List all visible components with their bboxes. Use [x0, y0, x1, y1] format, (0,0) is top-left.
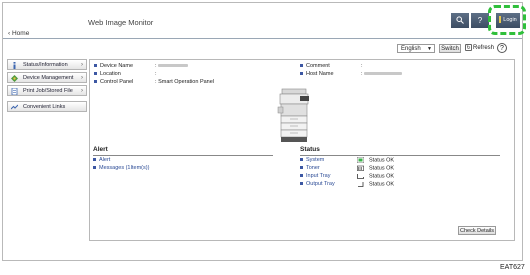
location-label: Location — [100, 71, 121, 77]
comment-label: Comment — [306, 63, 330, 69]
host-name-label: Host Name — [306, 71, 334, 77]
refresh-icon: ↻ — [465, 44, 472, 51]
printer-image — [277, 88, 309, 142]
separator: : — [155, 71, 157, 77]
status-item-output-tray[interactable]: Output Tray — [300, 181, 335, 188]
sidebar-item-status-information[interactable]: Status/Information › — [7, 59, 87, 70]
alert-title: Alert — [93, 146, 108, 153]
bullet — [300, 166, 303, 170]
bullet — [300, 72, 303, 76]
bullet — [300, 182, 303, 186]
separator: : — [361, 71, 363, 77]
system-ok-icon — [357, 157, 364, 163]
status-item-label[interactable]: Toner — [306, 165, 320, 171]
main-panel: Device Name: Location: Control Panel: Sm… — [89, 59, 515, 241]
page-help-icon[interactable]: ? — [497, 43, 507, 53]
bullet — [93, 166, 96, 170]
sidebar-item-label: Device Management — [23, 75, 74, 81]
location-row: Location: — [94, 70, 214, 78]
device-name-row: Device Name: — [94, 62, 214, 70]
bullet — [300, 174, 303, 178]
status-value-text: Status OK — [369, 181, 395, 188]
status-value-output-tray: Status OK — [357, 181, 394, 188]
home-link[interactable]: ‹ Home — [8, 30, 29, 37]
check-details-button[interactable]: Check Details — [458, 226, 496, 235]
toner-icon — [357, 165, 364, 171]
sidebar-item-print-job[interactable]: Print Job/Stored File › — [7, 85, 87, 96]
status-value-text: Status OK — [369, 173, 395, 180]
status-divider — [300, 155, 500, 156]
status-icon — [13, 62, 16, 69]
login-highlight-callout — [488, 5, 526, 35]
links-icon — [11, 104, 18, 110]
status-value-text: Status OK — [369, 157, 395, 164]
sidebar-item-label: Status/Information — [23, 62, 68, 68]
refresh-button[interactable]: ↻ Refresh — [465, 44, 494, 53]
control-panel-value: Smart Operation Panel — [158, 79, 215, 85]
bullet — [94, 72, 97, 76]
status-value-input-tray: Status OK — [357, 173, 394, 180]
chevron-right-icon: › — [81, 75, 83, 81]
host-name-value-redacted — [364, 72, 403, 76]
device-management-icon — [11, 75, 18, 82]
refresh-label[interactable]: Refresh — [473, 45, 494, 51]
sidebar-item-label: Print Job/Stored File — [23, 88, 73, 94]
host-name-row: Host Name: — [300, 70, 403, 78]
chevron-right-icon: › — [81, 62, 83, 68]
chevron-right-icon: › — [81, 88, 83, 94]
status-item-system[interactable]: System — [300, 157, 324, 164]
browser-frame: Web Image Monitor ‹ Home ? Login English… — [2, 2, 526, 261]
bullet — [93, 158, 96, 162]
status-title: Status — [300, 146, 320, 153]
device-name-value-redacted — [158, 64, 189, 68]
print-job-icon — [11, 88, 18, 95]
language-select-value: English — [401, 46, 421, 52]
status-value-toner: Status OK — [357, 165, 394, 172]
control-panel-row: Control Panel: Smart Operation Panel — [94, 78, 214, 86]
switch-button[interactable]: Switch — [439, 44, 461, 53]
input-tray-icon — [357, 174, 364, 179]
status-item-input-tray[interactable]: Input Tray — [300, 173, 330, 180]
separator: : — [361, 63, 363, 69]
bullet — [300, 64, 303, 68]
bullet — [94, 80, 97, 84]
help-icon[interactable]: ? — [471, 13, 489, 28]
chevron-down-icon: ▼ — [427, 46, 432, 52]
separator: : — [155, 63, 157, 69]
bullet — [300, 158, 303, 162]
language-select[interactable]: English ▼ — [397, 44, 435, 53]
device-info-right: Comment: Host Name: — [300, 62, 403, 78]
status-item-label[interactable]: Output Tray — [306, 181, 335, 187]
app-title: Web Image Monitor — [88, 18, 154, 27]
header-bar: Web Image Monitor ‹ Home ? Login — [3, 3, 526, 37]
messages-link[interactable]: Messages (1Item(s)) — [93, 165, 149, 172]
control-panel-label: Control Panel — [100, 79, 134, 85]
messages-link-label[interactable]: Messages (1Item(s)) — [99, 165, 149, 171]
separator: : — [155, 79, 157, 85]
bullet — [94, 64, 97, 68]
status-value-text: Status OK — [369, 165, 395, 172]
sidebar-item-label: Convenient Links — [23, 104, 66, 110]
home-link-label[interactable]: Home — [12, 30, 29, 37]
status-item-label[interactable]: Input Tray — [306, 173, 330, 179]
output-tray-icon — [358, 182, 364, 187]
status-value-system: Status OK — [357, 157, 394, 164]
figure-code: EAT627 — [500, 264, 525, 271]
sidebar-item-convenient-links[interactable]: Convenient Links — [7, 101, 87, 112]
alert-link-label[interactable]: Alert — [99, 157, 110, 163]
header-divider — [3, 38, 522, 39]
device-info-left: Device Name: Location: Control Panel: Sm… — [94, 62, 214, 86]
search-icon[interactable] — [451, 13, 469, 28]
status-item-toner[interactable]: Toner — [300, 165, 320, 172]
sidebar: Status/Information › Device Management ›… — [7, 59, 87, 114]
comment-row: Comment: — [300, 62, 402, 70]
alert-divider — [93, 155, 273, 156]
sidebar-item-device-management[interactable]: Device Management › — [7, 72, 87, 83]
status-item-label[interactable]: System — [306, 157, 324, 163]
device-name-label: Device Name — [100, 63, 134, 69]
alert-link[interactable]: Alert — [93, 157, 110, 164]
